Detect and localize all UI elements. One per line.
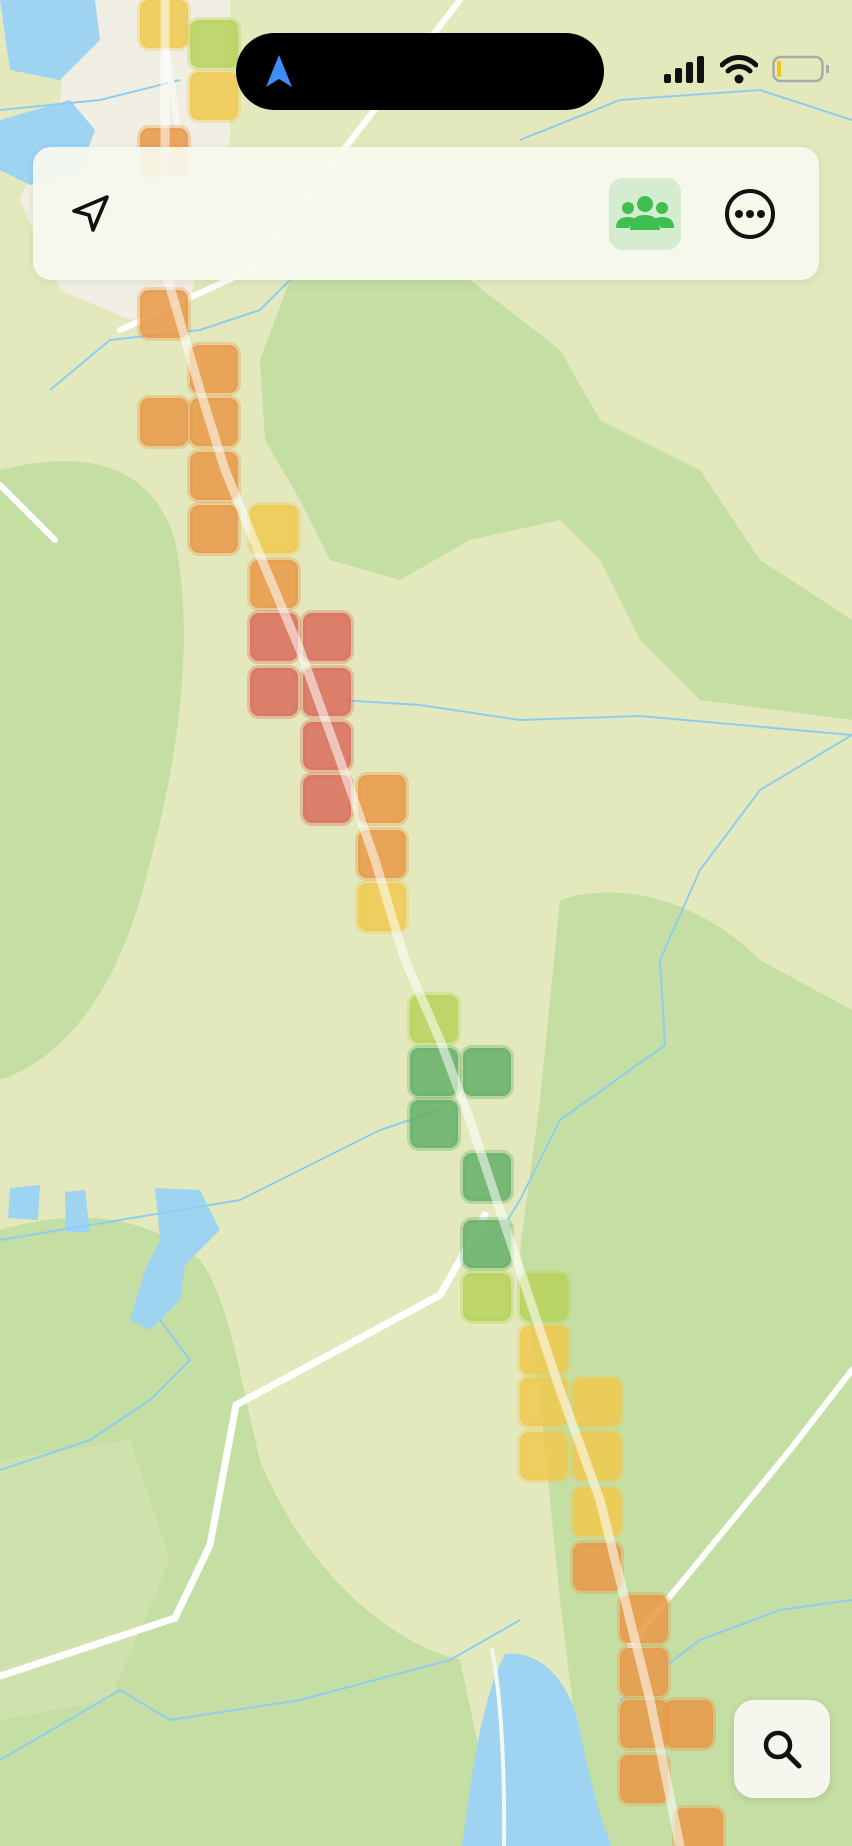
status-bar <box>664 54 830 84</box>
heat-cell <box>570 1375 624 1429</box>
heat-cell <box>187 17 241 71</box>
heat-cell <box>460 1270 514 1324</box>
people-button[interactable] <box>609 178 681 250</box>
location-arrow-icon <box>72 195 109 232</box>
heat-cell <box>187 69 241 123</box>
ellipsis-circle-icon <box>725 189 775 239</box>
map-toolbar <box>33 147 819 280</box>
heat-cell <box>355 772 409 826</box>
dynamic-island <box>236 33 604 110</box>
cellular-signal-icon <box>664 56 704 83</box>
heat-cell <box>137 395 191 449</box>
heat-cell <box>517 1429 571 1483</box>
more-options-button[interactable] <box>716 180 784 248</box>
heat-cell <box>300 610 354 664</box>
heat-cell <box>460 1045 514 1099</box>
heat-cell <box>662 1697 716 1751</box>
locate-me-button[interactable] <box>61 185 119 243</box>
wifi-icon <box>720 55 758 84</box>
navigation-arrow-icon <box>266 55 292 87</box>
search-button[interactable] <box>734 1700 830 1798</box>
heat-cell <box>407 1097 461 1151</box>
heat-cell <box>247 665 301 719</box>
heat-cell <box>187 502 241 556</box>
battery-icon <box>772 55 829 83</box>
magnifier-icon <box>763 1730 802 1769</box>
people-group-icon <box>616 196 674 230</box>
